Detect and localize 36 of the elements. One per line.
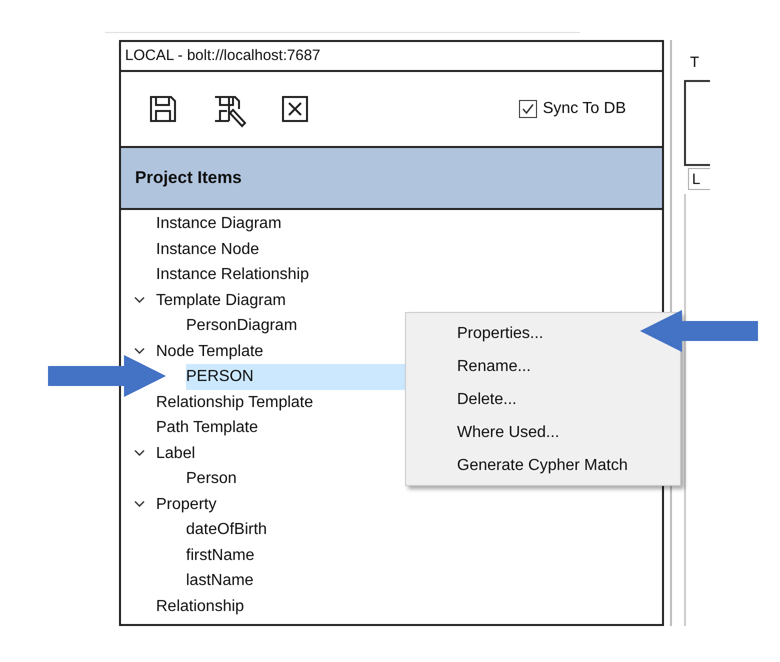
panel-header: Project Items — [121, 148, 662, 210]
tree-item[interactable]: Instance Diagram — [156, 211, 286, 236]
menu-item[interactable]: Delete... — [457, 386, 517, 413]
connection-title: LOCAL - bolt://localhost:7687 — [125, 46, 320, 66]
field-label: L — [688, 168, 710, 190]
tree-item[interactable]: PERSON — [186, 364, 406, 390]
save-icon[interactable] — [149, 95, 177, 123]
tree-item[interactable]: Relationship — [156, 594, 248, 619]
sync-label: Sync To DB — [542, 99, 626, 119]
chevron-down-icon[interactable] — [134, 449, 144, 458]
left-arrow-icon — [640, 310, 758, 352]
tree-item[interactable]: PersonDiagram — [186, 313, 302, 338]
menu-item[interactable]: Generate Cypher Match — [457, 452, 628, 479]
tree-item[interactable]: Node Template — [156, 338, 268, 364]
tree-item[interactable]: dateOfBirth — [186, 517, 271, 542]
close-icon[interactable] — [281, 95, 309, 123]
right-arrow-icon — [48, 355, 166, 397]
menu-item[interactable]: Rename... — [457, 353, 531, 380]
tab-label[interactable]: T — [672, 40, 710, 80]
save-as-icon[interactable] — [213, 95, 247, 129]
tree-item[interactable]: Relationship Template — [156, 390, 318, 415]
tree-item[interactable]: firstName — [186, 542, 258, 568]
menu-item[interactable]: Where Used... — [457, 419, 560, 446]
menu-item[interactable]: Properties... — [457, 320, 544, 347]
tree-item[interactable]: lastName — [186, 568, 258, 594]
chevron-down-icon[interactable] — [134, 347, 144, 356]
chevron-down-icon[interactable] — [134, 296, 144, 304]
tree-item[interactable]: Instance Node — [156, 236, 264, 262]
sync-checkbox[interactable] — [518, 100, 537, 118]
tree-item[interactable]: Person — [186, 466, 241, 492]
tree-item[interactable]: Path Template — [156, 415, 262, 440]
tree-item[interactable]: Property — [156, 492, 220, 517]
tree-item[interactable]: Instance Relationship — [156, 262, 313, 288]
tree-item[interactable]: Label — [156, 440, 200, 466]
chevron-down-icon[interactable] — [134, 500, 144, 508]
tree-item[interactable]: Template Diagram — [156, 288, 290, 313]
